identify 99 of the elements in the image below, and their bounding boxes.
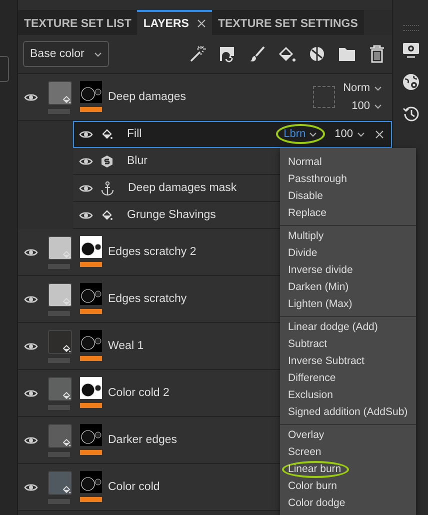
fill-bucket-icon bbox=[62, 390, 71, 400]
anchor-icon bbox=[101, 180, 114, 196]
smart-material-icon[interactable] bbox=[308, 45, 326, 63]
mask-bar bbox=[80, 450, 102, 454]
thumbnail-bar bbox=[48, 264, 70, 268]
close-icon[interactable] bbox=[375, 130, 384, 138]
mask-bar bbox=[80, 356, 102, 360]
panel-tab[interactable]: TEXTURE SET LIST bbox=[18, 10, 138, 35]
layer-name: Darker edges bbox=[108, 434, 178, 446]
panel-grip[interactable] bbox=[402, 25, 418, 31]
folder-icon[interactable] bbox=[338, 45, 356, 63]
globe-gear-icon[interactable] bbox=[402, 73, 420, 91]
menu-item[interactable]: Linear burn bbox=[282, 461, 350, 478]
menu-item[interactable]: Color dodge bbox=[282, 495, 354, 512]
layer-name: Color cold bbox=[108, 481, 160, 493]
trash-icon[interactable] bbox=[368, 45, 386, 63]
channel-dropdown[interactable]: Base color bbox=[23, 41, 110, 67]
mask-thumbnail bbox=[80, 80, 102, 102]
panel-tab[interactable]: TEXTURE SET SETTINGS bbox=[212, 10, 364, 35]
menu-item[interactable]: Replace bbox=[282, 205, 335, 222]
caret-icon bbox=[94, 52, 102, 56]
menu-item[interactable]: Multiply bbox=[282, 228, 332, 245]
eye-icon[interactable] bbox=[24, 92, 38, 102]
effect-name: Fill bbox=[127, 128, 142, 140]
history-icon[interactable] bbox=[402, 105, 420, 123]
menu-item[interactable]: Exclusion bbox=[282, 387, 341, 404]
mask-thumbnail bbox=[80, 282, 102, 304]
mask-thumbnail bbox=[80, 470, 102, 492]
opacity-select[interactable]: 100 bbox=[352, 100, 382, 112]
eye-icon[interactable] bbox=[24, 436, 38, 444]
menu-item[interactable]: Divide bbox=[282, 245, 326, 262]
eye-icon[interactable] bbox=[79, 210, 93, 220]
opacity-select[interactable]: 100 bbox=[334, 128, 365, 140]
caret-icon bbox=[357, 132, 365, 136]
mask-bar bbox=[80, 106, 102, 112]
fill-bucket-icon bbox=[101, 128, 113, 140]
layer-name: Edges scratchy 2 bbox=[108, 246, 196, 258]
effect-name: Deep damages mask bbox=[128, 182, 237, 194]
fill-bucket-icon bbox=[62, 296, 71, 306]
fill-bucket-icon bbox=[62, 344, 71, 352]
menu-item[interactable]: Overlay bbox=[282, 427, 332, 444]
layer-name: Edges scratchy bbox=[108, 293, 187, 305]
mask-bar bbox=[80, 262, 102, 266]
eye-icon[interactable] bbox=[24, 248, 38, 256]
fill-bucket-icon bbox=[62, 438, 71, 446]
menu-item[interactable]: Subtract bbox=[282, 336, 336, 353]
eye-icon[interactable] bbox=[24, 342, 38, 350]
eye-icon[interactable] bbox=[24, 482, 38, 492]
mask-thumbnail bbox=[80, 236, 102, 258]
thumbnail-bar bbox=[48, 452, 70, 456]
blend-mode-select[interactable]: Lbrn bbox=[276, 124, 325, 144]
effect-name: Blur bbox=[127, 155, 148, 167]
mask-bar bbox=[80, 402, 102, 408]
mask-thumbnail bbox=[80, 424, 102, 446]
add-mask-icon[interactable] bbox=[218, 45, 236, 63]
eye-icon[interactable] bbox=[79, 156, 93, 166]
mask-thumbnail bbox=[80, 376, 102, 398]
blend-mode-select[interactable]: Norm bbox=[343, 82, 382, 94]
field-edge bbox=[0, 56, 9, 82]
caret-icon bbox=[374, 86, 382, 90]
eye-icon[interactable] bbox=[24, 388, 38, 398]
menu-item[interactable]: Difference bbox=[282, 370, 344, 387]
menu-item[interactable]: Screen bbox=[282, 444, 330, 461]
brush-icon[interactable] bbox=[248, 45, 266, 63]
layer-name: Color cold 2 bbox=[108, 387, 170, 399]
layer-name: Deep damages bbox=[108, 91, 186, 103]
display-settings-icon[interactable] bbox=[402, 41, 420, 59]
thumbnail-bar bbox=[48, 358, 70, 362]
eye-icon[interactable] bbox=[79, 130, 93, 138]
fill-bucket-icon[interactable] bbox=[278, 45, 296, 63]
fill-bucket-icon bbox=[101, 209, 113, 221]
thumbnail-bar bbox=[48, 404, 70, 410]
layer-name: Weal 1 bbox=[108, 340, 144, 352]
menu-item[interactable]: Darken (Min) bbox=[282, 279, 357, 296]
filter-s-icon bbox=[101, 154, 113, 168]
menu-item[interactable]: Lighten (Max) bbox=[282, 296, 360, 313]
eye-icon[interactable] bbox=[24, 294, 38, 304]
effect-row[interactable]: Fill Lbrn 100 bbox=[73, 121, 392, 148]
menu-item[interactable]: Normal bbox=[282, 154, 330, 171]
mask-bar bbox=[80, 308, 102, 314]
tab-close-icon[interactable] bbox=[196, 19, 206, 28]
fill-bucket-icon bbox=[62, 250, 71, 258]
magic-wand-icon[interactable] bbox=[188, 45, 206, 63]
effect-name: Grunge Shavings bbox=[127, 209, 216, 221]
menu-item[interactable]: Inverse Subtract bbox=[282, 353, 372, 370]
mask-thumbnail bbox=[80, 330, 102, 352]
caret-icon bbox=[374, 104, 382, 108]
thumbnail-bar bbox=[48, 310, 70, 316]
fill-bucket-icon bbox=[62, 484, 71, 494]
menu-item[interactable]: Color burn bbox=[282, 478, 346, 495]
eye-icon[interactable] bbox=[79, 184, 93, 192]
thumbnail-bar bbox=[48, 108, 70, 114]
thumbnail-bar bbox=[48, 498, 70, 504]
fill-bucket-icon bbox=[62, 94, 71, 104]
mask-bar bbox=[80, 496, 102, 502]
menu-item[interactable]: Disable bbox=[282, 188, 332, 205]
empty-preview bbox=[313, 86, 336, 108]
caret-icon bbox=[308, 132, 317, 136]
menu-item[interactable]: Inverse divide bbox=[282, 262, 361, 279]
